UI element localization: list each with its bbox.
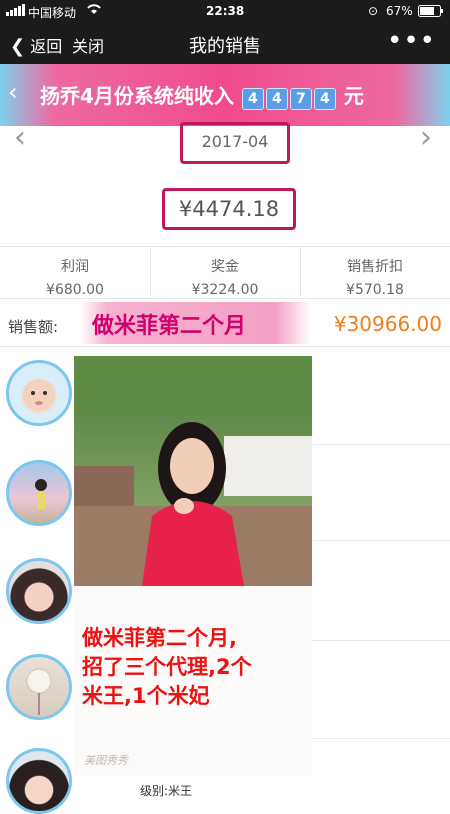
note-line: 做米菲第二个月,	[82, 626, 237, 650]
signal-icon	[6, 4, 26, 19]
avatar[interactable]	[6, 748, 72, 814]
nav-bar: ❮ 返回 关闭 我的销售 •••	[0, 22, 450, 64]
chevron-left-icon: ‹	[8, 78, 18, 106]
top-bar: 中国移动 22:38 ⊙ 67% ❮ 返回 关闭 我的销售 •••	[0, 0, 450, 64]
digit-keycap: 4	[313, 88, 336, 110]
divider	[0, 346, 450, 347]
stat-discount: 销售折扣 ¥570.18	[300, 252, 450, 298]
note-text: 做米菲第二个月, 招了三个代理,2个 米王,1个米妃	[82, 624, 310, 711]
prev-month-button[interactable]: ‹	[14, 120, 26, 155]
overlay-note: 做米菲第二个月, 招了三个代理,2个 米王,1个米妃 美图秀秀	[74, 586, 312, 776]
stat-bonus: 奖金 ¥3224.00	[150, 252, 300, 298]
note-line: 米王,1个米妃	[82, 684, 210, 708]
avatar[interactable]	[6, 654, 72, 720]
banner-text: 扬乔4月份系统纯收入 4474 元	[40, 80, 364, 110]
note-line: 招了三个代理,2个	[82, 655, 252, 679]
avatar[interactable]	[6, 360, 72, 426]
divider	[0, 246, 450, 247]
digit-keycap: 4	[265, 88, 288, 110]
banner-suffix: 元	[343, 84, 364, 108]
avatar[interactable]	[6, 558, 72, 624]
stat-value: ¥570.18	[346, 282, 404, 298]
digit-keycap: 4	[241, 88, 264, 110]
banner-label: 扬乔4月份系统纯收入	[40, 84, 234, 108]
sales-overlay-text: 做米菲第二个月	[92, 314, 247, 339]
avatar[interactable]	[6, 460, 72, 526]
overlay-photo	[74, 356, 312, 586]
stat-label: 销售折扣	[347, 259, 403, 275]
wifi-icon	[86, 3, 102, 18]
sales-label: 销售额:	[8, 318, 59, 336]
sales-amount: ¥30966.00	[333, 312, 442, 336]
clock: 22:38	[206, 4, 245, 18]
stat-value: ¥3224.00	[191, 282, 259, 298]
more-menu-button[interactable]: •••	[387, 26, 436, 56]
stat-profit: 利润 ¥680.00	[0, 252, 150, 298]
carrier-label: 中国移动	[28, 6, 77, 20]
watermark: 美图秀秀	[84, 754, 128, 767]
month-selector[interactable]: 2017-04	[180, 122, 290, 164]
stat-label: 利润	[61, 259, 89, 275]
stat-label: 奖金	[211, 259, 239, 275]
battery-icon	[418, 5, 444, 20]
lock-rotation-icon: ⊙	[368, 4, 379, 18]
total-income: ¥4474.18	[162, 188, 296, 230]
sales-overlay: 做米菲第二个月	[80, 302, 310, 344]
status-bar: 中国移动 22:38 ⊙ 67%	[0, 0, 450, 22]
page-title: 我的销售	[189, 36, 261, 57]
next-month-button[interactable]: ›	[420, 120, 432, 155]
divider	[0, 298, 450, 299]
digit-keycap: 7	[289, 88, 312, 110]
battery-percent: 67%	[386, 4, 413, 18]
income-banner: ‹ 扬乔4月份系统纯收入 4474 元	[0, 64, 450, 126]
stat-value: ¥680.00	[46, 282, 104, 298]
agent-level: 级别:米王	[140, 784, 193, 798]
sales-row: 销售额: 做米菲第二个月 ¥30966.00	[0, 300, 450, 346]
